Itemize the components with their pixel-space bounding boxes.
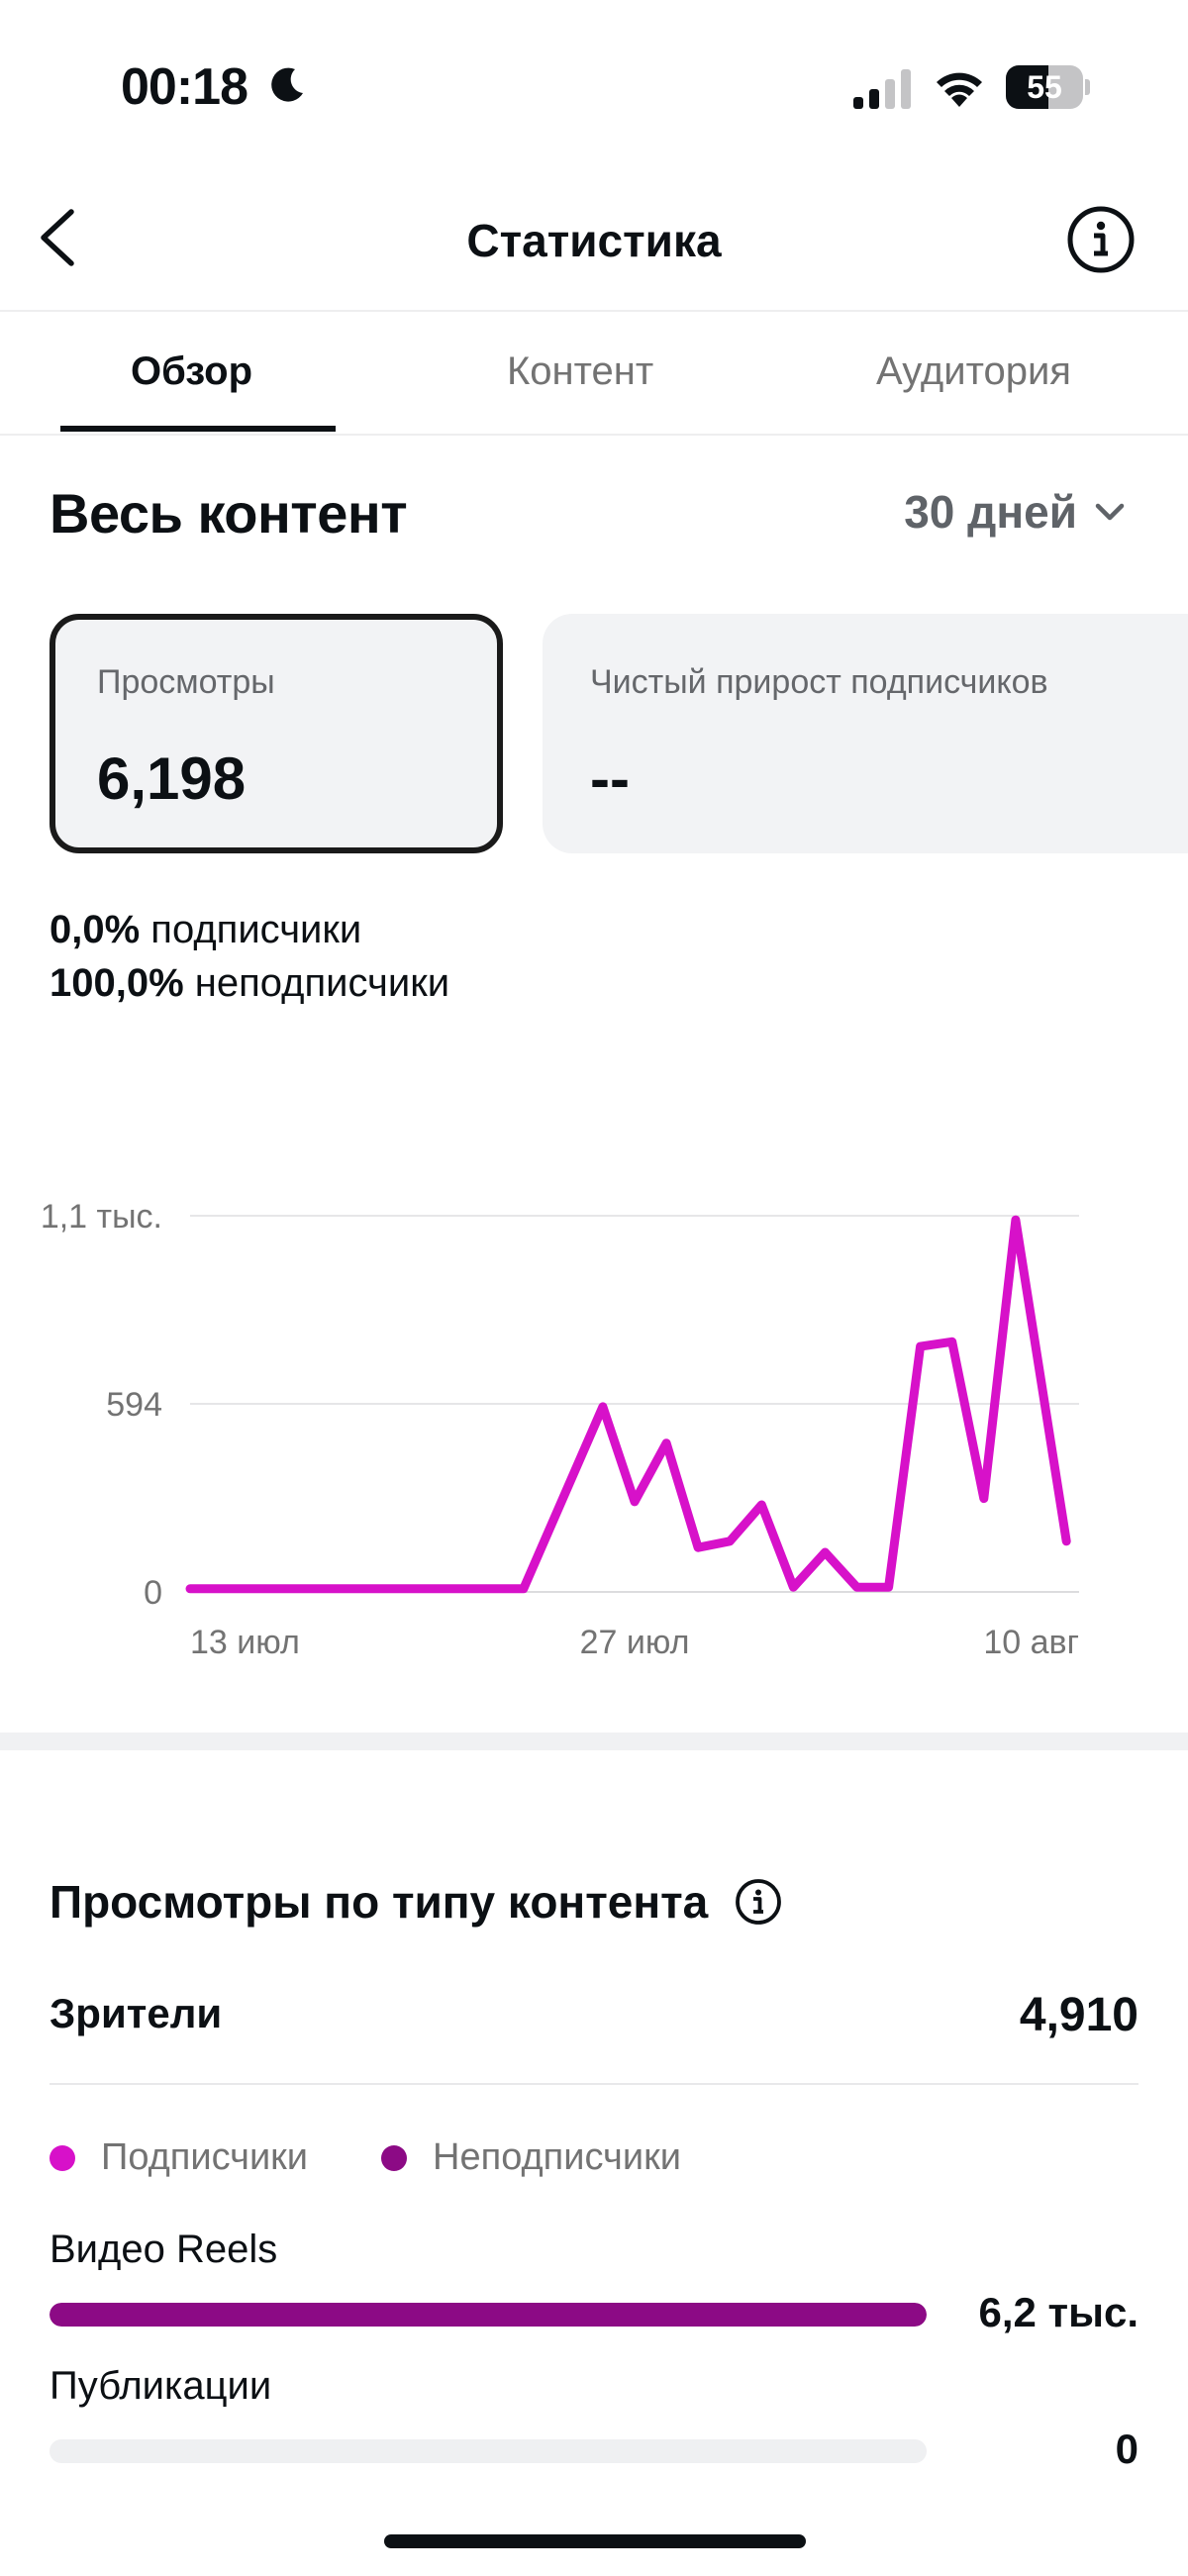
reels-label: Видео Reels xyxy=(50,2228,278,2271)
active-tab-indicator xyxy=(60,426,336,432)
viewers-label: Зрители xyxy=(50,1990,223,2036)
y-tick-label: 1,1 тыс. xyxy=(41,1198,162,1236)
legend-dot-followers xyxy=(50,2144,75,2171)
y-tick-label: 0 xyxy=(144,1574,162,1612)
y-tick-label: 594 xyxy=(106,1386,162,1424)
non-followers-share: 100,0% неподписчики xyxy=(50,961,450,1005)
audience-split: 0,0% подписчики 100,0% неподписчики xyxy=(50,903,449,1010)
followers-share: 0,0% подписчики xyxy=(50,908,362,951)
status-time: 00:18 xyxy=(121,58,248,116)
battery-level: 55 xyxy=(1027,69,1062,105)
net-followers-card[interactable]: Чистый прирост подписчиков -- xyxy=(543,614,1188,853)
net-followers-card-value: -- xyxy=(590,745,630,812)
viewers-row: Зрители 4,910 xyxy=(50,1989,1138,2085)
page-title: Статистика xyxy=(466,215,722,266)
reels-bar-track xyxy=(50,2303,927,2327)
tab-audience[interactable]: Аудитория xyxy=(876,349,1071,394)
nav-header: Статистика xyxy=(0,188,1188,312)
content-type-title: Просмотры по типу контента xyxy=(50,1875,783,1929)
info-icon[interactable] xyxy=(734,1877,783,1927)
legend-dot-non-followers xyxy=(381,2144,408,2171)
x-tick-label: 13 июл xyxy=(190,1624,300,1661)
posts-bar-track xyxy=(50,2439,927,2463)
posts-value: 0 xyxy=(1115,2426,1138,2472)
views-line-chart: 0 594 1,1 тыс. 13 июл 27 июл 10 авг xyxy=(41,1198,1079,1661)
info-icon[interactable] xyxy=(1065,204,1137,275)
reels-row: Видео Reels 6,2 тыс. xyxy=(50,2228,1138,2346)
legend-followers: Подписчики xyxy=(50,2136,308,2179)
views-card-value: 6,198 xyxy=(97,745,247,812)
moon-icon xyxy=(271,67,303,102)
home-indicator xyxy=(384,2534,806,2548)
section-divider xyxy=(0,1733,1188,1750)
wifi-icon xyxy=(937,72,982,107)
chart-legend: Подписчики Неподписчики xyxy=(50,2136,681,2179)
period-label: 30 дней xyxy=(904,486,1077,538)
x-tick-label: 10 авг xyxy=(983,1624,1079,1661)
net-followers-card-label: Чистый прирост подписчиков xyxy=(590,663,1048,701)
posts-label: Публикации xyxy=(50,2364,272,2408)
period-dropdown[interactable]: 30 дней xyxy=(904,485,1127,539)
posts-row: Публикации 0 xyxy=(50,2364,1138,2483)
tab-bar: Обзор Контент Аудитория xyxy=(0,312,1188,436)
cellular-signal-icon xyxy=(853,69,911,109)
reels-bar-fill xyxy=(50,2303,927,2327)
views-card[interactable]: Просмотры 6,198 xyxy=(50,614,503,853)
section-title: Весь контент xyxy=(50,482,408,545)
battery-indicator: 55 xyxy=(1006,65,1090,109)
views-card-label: Просмотры xyxy=(97,663,275,701)
status-bar: 00:18 55 xyxy=(0,0,1188,168)
tab-overview[interactable]: Обзор xyxy=(131,349,252,394)
viewers-value: 4,910 xyxy=(1019,1989,1138,2041)
tab-content[interactable]: Контент xyxy=(507,349,653,394)
legend-non-followers: Неподписчики xyxy=(381,2136,681,2179)
reels-value: 6,2 тыс. xyxy=(978,2289,1138,2335)
chevron-down-icon xyxy=(1095,503,1125,521)
x-tick-label: 27 июл xyxy=(580,1624,690,1661)
